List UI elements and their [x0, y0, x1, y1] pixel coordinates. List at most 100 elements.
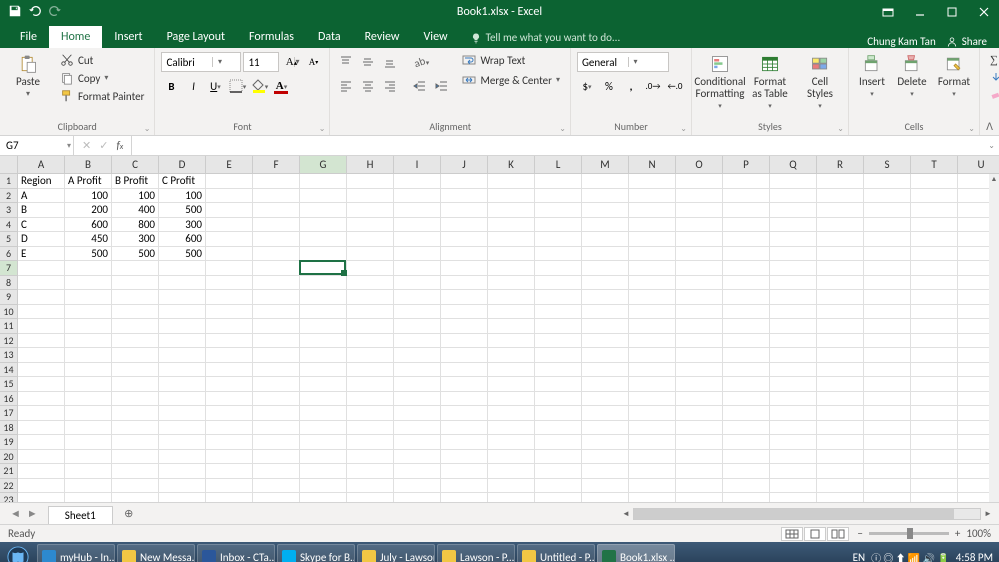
cell[interactable]: [864, 203, 911, 218]
cell[interactable]: [911, 174, 958, 189]
tab-home[interactable]: Home: [49, 26, 102, 48]
cell[interactable]: [441, 392, 488, 407]
column-header[interactable]: C: [112, 156, 159, 174]
cell[interactable]: [770, 421, 817, 436]
cell[interactable]: [253, 203, 300, 218]
cell[interactable]: [394, 479, 441, 494]
cell[interactable]: [206, 363, 253, 378]
cell[interactable]: [347, 203, 394, 218]
cell[interactable]: [206, 290, 253, 305]
cell[interactable]: [488, 479, 535, 494]
cell[interactable]: 500: [112, 247, 159, 262]
align-middle-icon[interactable]: [358, 52, 378, 72]
cell[interactable]: [159, 363, 206, 378]
cell[interactable]: [300, 218, 347, 233]
cell[interactable]: [723, 290, 770, 305]
cell[interactable]: [535, 232, 582, 247]
copy-button[interactable]: Copy ▾: [56, 70, 148, 86]
cell[interactable]: [347, 290, 394, 305]
cell[interactable]: [629, 479, 676, 494]
cell[interactable]: [112, 334, 159, 349]
cell[interactable]: [723, 334, 770, 349]
taskbar-item[interactable]: myHub - In...: [37, 544, 115, 562]
cell[interactable]: [253, 276, 300, 291]
cell[interactable]: [65, 276, 112, 291]
cell[interactable]: [253, 377, 300, 392]
cell[interactable]: [723, 392, 770, 407]
wrap-text-button[interactable]: Wrap Text: [458, 52, 564, 68]
cell[interactable]: [18, 450, 65, 465]
row-header[interactable]: 11: [0, 319, 18, 334]
cell[interactable]: [817, 174, 864, 189]
undo-icon[interactable]: [28, 4, 42, 21]
cell[interactable]: [441, 232, 488, 247]
cell[interactable]: [535, 276, 582, 291]
cell[interactable]: [488, 464, 535, 479]
cell[interactable]: [676, 493, 723, 502]
increase-font-icon[interactable]: A▴: [281, 52, 301, 72]
cell[interactable]: [347, 334, 394, 349]
cell[interactable]: [347, 363, 394, 378]
cell[interactable]: [629, 232, 676, 247]
font-color-button[interactable]: A▾: [271, 76, 291, 96]
cell[interactable]: [535, 334, 582, 349]
cell[interactable]: [253, 435, 300, 450]
cell[interactable]: [582, 450, 629, 465]
cell[interactable]: [300, 435, 347, 450]
cell[interactable]: [112, 377, 159, 392]
cell[interactable]: [300, 276, 347, 291]
cell[interactable]: [911, 276, 958, 291]
cell[interactable]: 300: [112, 232, 159, 247]
cell[interactable]: [394, 232, 441, 247]
cell[interactable]: [18, 276, 65, 291]
cell[interactable]: [817, 406, 864, 421]
align-top-icon[interactable]: [336, 52, 356, 72]
cell[interactable]: [347, 261, 394, 276]
cell[interactable]: [864, 377, 911, 392]
cell[interactable]: [347, 319, 394, 334]
cell[interactable]: [629, 305, 676, 320]
cell[interactable]: [582, 363, 629, 378]
cell[interactable]: [159, 479, 206, 494]
cell[interactable]: Region: [18, 174, 65, 189]
cell[interactable]: [300, 479, 347, 494]
column-header[interactable]: L: [535, 156, 582, 174]
cell[interactable]: [441, 218, 488, 233]
cell[interactable]: [18, 319, 65, 334]
cell[interactable]: [300, 363, 347, 378]
cell[interactable]: [629, 363, 676, 378]
cell[interactable]: [159, 305, 206, 320]
decrease-decimal-icon[interactable]: ←.0: [665, 76, 685, 96]
cell[interactable]: [159, 319, 206, 334]
cell[interactable]: [18, 348, 65, 363]
cell[interactable]: [770, 464, 817, 479]
cell[interactable]: [723, 174, 770, 189]
cell[interactable]: [535, 261, 582, 276]
cell[interactable]: [253, 334, 300, 349]
cell[interactable]: [488, 247, 535, 262]
cell[interactable]: [911, 377, 958, 392]
cell[interactable]: [112, 406, 159, 421]
cell[interactable]: [676, 464, 723, 479]
cell[interactable]: [535, 348, 582, 363]
cell[interactable]: [18, 406, 65, 421]
cell[interactable]: [676, 377, 723, 392]
conditional-formatting-button[interactable]: Conditional Formatting▾: [698, 52, 742, 112]
cell[interactable]: [676, 479, 723, 494]
cell[interactable]: [206, 464, 253, 479]
cell[interactable]: [253, 319, 300, 334]
cell[interactable]: [817, 493, 864, 502]
cell[interactable]: [676, 290, 723, 305]
cell[interactable]: [347, 305, 394, 320]
save-icon[interactable]: [8, 4, 22, 21]
cell[interactable]: [112, 392, 159, 407]
cell[interactable]: [441, 406, 488, 421]
cell[interactable]: [723, 348, 770, 363]
cell[interactable]: [911, 247, 958, 262]
cell[interactable]: [441, 377, 488, 392]
cell[interactable]: [864, 232, 911, 247]
cell[interactable]: [723, 421, 770, 436]
column-header[interactable]: S: [864, 156, 911, 174]
cell[interactable]: [300, 232, 347, 247]
cell[interactable]: [300, 377, 347, 392]
